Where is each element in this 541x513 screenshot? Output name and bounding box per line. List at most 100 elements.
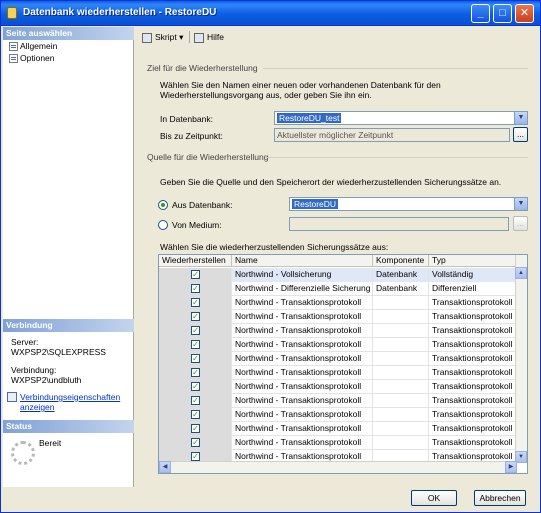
cancel-button[interactable]: Abbrechen	[474, 490, 526, 506]
table-row[interactable]: ✓ Northwind - Transaktionsprotokoll Transa…	[159, 366, 527, 380]
chevron-down-icon: ▾	[179, 32, 184, 42]
cell-name: Northwind - Vollsicherung	[232, 268, 373, 282]
table-row[interactable]: ✓ Northwind - Transaktionsprotokoll Transa…	[159, 352, 527, 366]
title-bar[interactable]: Datenbank wiederherstellen - RestoreDU _…	[1, 1, 540, 26]
from-database-label[interactable]: Aus Datenbank:	[172, 200, 232, 210]
cell-name: Northwind - Transaktionsprotokoll	[232, 324, 373, 338]
cell-restore: ✓	[159, 422, 232, 436]
scroll-right-icon[interactable]: ▶	[505, 461, 517, 473]
from-device-field	[289, 217, 509, 231]
from-device-label[interactable]: Von Medium:	[172, 220, 222, 230]
scroll-up-icon[interactable]: ▲	[515, 267, 527, 279]
restore-checkbox[interactable]: ✓	[191, 326, 200, 335]
table-row[interactable]: ✓ Northwind - Transaktionsprotokoll Transa…	[159, 422, 527, 436]
script-button[interactable]: Skript ▾	[142, 30, 183, 44]
restore-checkbox[interactable]: ✓	[191, 298, 200, 307]
cell-name: Northwind - Differenzielle Sicherung	[232, 282, 373, 296]
cell-component	[373, 296, 429, 310]
restore-checkbox[interactable]: ✓	[191, 438, 200, 447]
table-row[interactable]: ✓ Northwind - Transaktionsprotokoll Transa…	[159, 394, 527, 408]
toolbar-separator	[189, 31, 190, 43]
cell-type: Transaktionsprotokoll	[429, 394, 516, 408]
help-button[interactable]: Hilfe	[194, 30, 224, 44]
horizontal-scrollbar[interactable]: ◀ ▶	[159, 461, 517, 473]
backup-sets-grid[interactable]: Wiederherstellen Name Komponente Typ Se …	[158, 254, 528, 474]
cell-type: Transaktionsprotokoll	[429, 310, 516, 324]
cell-component	[373, 366, 429, 380]
table-row[interactable]: ✓ Northwind - Transaktionsprotokoll Transa…	[159, 436, 527, 450]
cell-name: Northwind - Transaktionsprotokoll	[232, 366, 373, 380]
cell-restore: ✓	[159, 408, 232, 422]
vertical-scrollbar[interactable]: ▲ ▼	[515, 255, 527, 463]
cell-name: Northwind - Transaktionsprotokoll	[232, 296, 373, 310]
column-header-name[interactable]: Name	[232, 255, 373, 267]
from-device-browse-button[interactable]: ...	[513, 216, 528, 231]
cell-type: Transaktionsprotokoll	[429, 324, 516, 338]
script-icon	[142, 32, 152, 43]
cell-type: Differenziell	[429, 282, 516, 296]
column-header-component[interactable]: Komponente	[373, 255, 429, 267]
scroll-left-icon[interactable]: ◀	[159, 461, 171, 473]
from-database-value: RestoreDU	[292, 199, 339, 209]
close-button[interactable]: ✕	[515, 4, 534, 23]
nav-item-label: Allgemein	[20, 41, 58, 51]
restore-checkbox[interactable]: ✓	[191, 284, 200, 293]
restore-checkbox[interactable]: ✓	[191, 312, 200, 321]
restore-checkbox[interactable]: ✓	[191, 340, 200, 349]
cell-name: Northwind - Transaktionsprotokoll	[232, 394, 373, 408]
cell-restore: ✓	[159, 352, 232, 366]
nav-item-options[interactable]: Optionen	[9, 53, 55, 64]
table-row[interactable]: ✓ Northwind - Vollsicherung Datenbank Volls…	[159, 268, 527, 282]
cell-restore: ✓	[159, 324, 232, 338]
restore-checkbox[interactable]: ✓	[191, 452, 200, 461]
grid-header: Wiederherstellen Name Komponente Typ Se	[159, 255, 527, 267]
target-group-title: Ziel für die Wiederherstellung	[147, 63, 258, 73]
from-database-radio[interactable]	[158, 200, 168, 210]
cell-restore: ✓	[159, 380, 232, 394]
cell-component: Datenbank	[373, 282, 429, 296]
point-in-time-browse-button[interactable]: ...	[513, 127, 528, 142]
restore-checkbox[interactable]: ✓	[191, 396, 200, 405]
nav-item-general[interactable]: Allgemein	[9, 41, 57, 52]
cell-name: Northwind - Transaktionsprotokoll	[232, 310, 373, 324]
restore-checkbox[interactable]: ✓	[191, 354, 200, 363]
connection-label: Verbindung:	[11, 365, 57, 375]
script-label: Skript	[155, 32, 177, 42]
chevron-down-icon[interactable]: ▼	[514, 198, 527, 210]
page-select-header: Seite auswählen	[3, 27, 134, 40]
cell-component	[373, 408, 429, 422]
status-value: Bereit	[39, 438, 62, 448]
cell-restore: ✓	[159, 394, 232, 408]
nav-item-label: Optionen	[20, 53, 55, 63]
restore-checkbox[interactable]: ✓	[191, 424, 200, 433]
connection-properties-link[interactable]: Verbindungseigenschaften anzeigen	[20, 392, 132, 412]
table-row[interactable]: ✓ Northwind - Transaktionsprotokoll Transa…	[159, 296, 527, 310]
restore-checkbox[interactable]: ✓	[191, 368, 200, 377]
cell-restore: ✓	[159, 366, 232, 380]
cell-component	[373, 380, 429, 394]
restore-checkbox[interactable]: ✓	[191, 382, 200, 391]
from-device-radio[interactable]	[158, 220, 168, 230]
target-db-select[interactable]: RestoreDU_test ▼	[274, 111, 528, 125]
cell-type: Transaktionsprotokoll	[429, 436, 516, 450]
table-row[interactable]: ✓ Northwind - Differenzielle Sicherung Dat…	[159, 282, 527, 296]
column-header-type[interactable]: Typ	[429, 255, 516, 267]
restore-checkbox[interactable]: ✓	[191, 410, 200, 419]
table-row[interactable]: ✓ Northwind - Transaktionsprotokoll Transa…	[159, 408, 527, 422]
cell-type: Transaktionsprotokoll	[429, 338, 516, 352]
minimize-button[interactable]: _	[471, 4, 490, 23]
cell-restore: ✓	[159, 310, 232, 324]
cell-restore: ✓	[159, 268, 232, 282]
restore-dialog: Datenbank wiederherstellen - RestoreDU _…	[0, 0, 541, 513]
from-database-select[interactable]: RestoreDU ▼	[289, 197, 528, 211]
table-row[interactable]: ✓ Northwind - Transaktionsprotokoll Transa…	[159, 310, 527, 324]
maximize-button[interactable]: □	[493, 4, 512, 23]
table-row[interactable]: ✓ Northwind - Transaktionsprotokoll Transa…	[159, 324, 527, 338]
table-row[interactable]: ✓ Northwind - Transaktionsprotokoll Transa…	[159, 380, 527, 394]
column-header-restore[interactable]: Wiederherstellen	[159, 255, 232, 267]
ok-button[interactable]: OK	[411, 490, 457, 506]
table-row[interactable]: ✓ Northwind - Transaktionsprotokoll Transa…	[159, 338, 527, 352]
restore-checkbox[interactable]: ✓	[191, 270, 200, 279]
cell-type: Transaktionsprotokoll	[429, 352, 516, 366]
chevron-down-icon[interactable]: ▼	[514, 112, 527, 124]
